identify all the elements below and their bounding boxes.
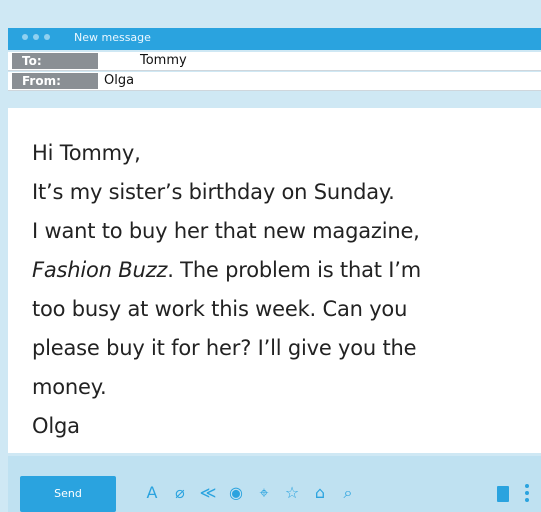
window-dot-icon[interactable] bbox=[33, 34, 39, 40]
star-icon[interactable]: ☆ bbox=[283, 484, 301, 502]
window-controls bbox=[22, 34, 50, 40]
share-icon[interactable]: ≪ bbox=[199, 484, 217, 502]
attachment-icon[interactable]: ⌀ bbox=[171, 484, 189, 502]
compose-toolbar: Send A ⌀ ≪ ◉ ⌖ ☆ ⌂ ⌕ bbox=[8, 456, 541, 512]
message-line: money. bbox=[32, 375, 107, 399]
message-text: Hi Tommy, It’s my sister’s birthday on S… bbox=[32, 134, 421, 446]
to-label: To: bbox=[12, 53, 98, 69]
more-options-icon[interactable] bbox=[525, 484, 529, 502]
from-field[interactable]: Olga bbox=[104, 73, 134, 89]
title-bar: New message bbox=[8, 28, 541, 50]
to-row: To: Tommy bbox=[8, 52, 541, 71]
message-signature: Olga bbox=[32, 414, 80, 438]
camera-icon[interactable]: ◉ bbox=[227, 484, 245, 502]
message-window: New message To: Tommy From: Olga Hi Tomm… bbox=[0, 0, 541, 512]
send-button[interactable]: Send bbox=[20, 476, 116, 512]
message-line: It’s my sister’s birthday on Sunday. bbox=[32, 180, 395, 204]
window-dot-icon[interactable] bbox=[44, 34, 50, 40]
to-field[interactable]: Tommy bbox=[140, 53, 187, 69]
from-row: From: Olga bbox=[8, 72, 541, 91]
trash-icon[interactable] bbox=[497, 486, 509, 502]
message-greeting: Hi Tommy, bbox=[32, 141, 141, 165]
home-icon[interactable]: ⌂ bbox=[311, 484, 329, 502]
message-line: I want to buy her that new magazine, bbox=[32, 219, 420, 243]
message-body[interactable]: Hi Tommy, It’s my sister’s birthday on S… bbox=[8, 108, 541, 453]
window-dot-icon[interactable] bbox=[22, 34, 28, 40]
message-line: . The problem is that I’m bbox=[167, 258, 421, 282]
text-format-icon[interactable]: A bbox=[143, 484, 161, 502]
search-icon[interactable]: ⌕ bbox=[339, 484, 357, 502]
magazine-title: Fashion Buzz bbox=[32, 258, 168, 282]
from-label: From: bbox=[12, 73, 98, 89]
location-icon[interactable]: ⌖ bbox=[255, 484, 273, 502]
window-title: New message bbox=[74, 31, 151, 44]
message-line: please buy it for her? I’ll give you the bbox=[32, 336, 417, 360]
message-line: too busy at work this week. Can you bbox=[32, 297, 408, 321]
